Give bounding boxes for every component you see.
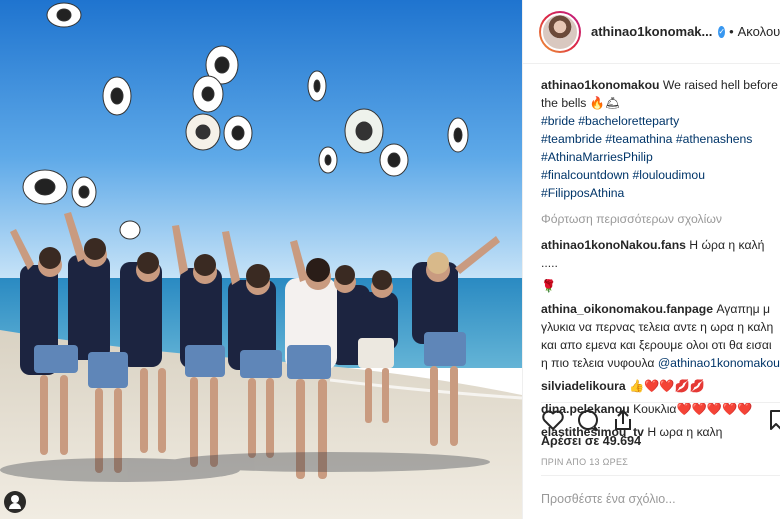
comment: silviadelikoura 👍❤️❤️💋💋 — [541, 377, 780, 395]
comment: athinao1konoΝakou.fans Η ώρα η καλή ....… — [541, 236, 780, 272]
comment-icon[interactable] — [576, 409, 600, 431]
post-caption: athinao1konomakou We raised hell before … — [541, 76, 780, 202]
heart-icon[interactable] — [541, 409, 565, 431]
follow-button[interactable]: Ακολουθε — [738, 24, 780, 39]
comment-mention[interactable]: @athinao1konomakou — [658, 356, 780, 370]
bookmark-icon[interactable] — [769, 409, 780, 431]
load-more-comments[interactable]: Φόρτωση περισσότερων σχολίων — [541, 210, 780, 228]
share-icon[interactable] — [611, 409, 635, 431]
post-side-panel: athinao1konomak... ✓ • Ακολουθε athinao1… — [522, 0, 780, 519]
instagram-post-view: athinao1konomak... ✓ • Ακολουθε athinao1… — [0, 0, 780, 519]
hashtag-line[interactable]: #finalcountdown #louloudimou — [541, 166, 780, 184]
action-bar — [541, 402, 780, 432]
hashtag-line[interactable]: #teambride #teamathina #athenashens — [541, 130, 780, 148]
hashtag-line[interactable]: #FilipposAthina — [541, 184, 780, 202]
header-username[interactable]: athinao1konomak... — [591, 24, 712, 39]
post-header: athinao1konomak... ✓ • Ακολουθε — [523, 0, 780, 64]
comment: athina_oikonomakou.fanpage Αγαπημ μ γλυκ… — [541, 300, 780, 372]
post-timestamp[interactable]: ΠΡΙΝ ΑΠΟ 13 ΩΡΕΣ — [541, 457, 628, 467]
comment-text: 🌹 — [541, 279, 557, 293]
comments-list: athinao1konomakou We raised hell before … — [541, 76, 780, 446]
hashtag-line[interactable]: #AthinaMarriesPhilip — [541, 148, 780, 166]
user-tag-icon[interactable] — [4, 491, 26, 513]
beach-photo-illustration — [0, 0, 522, 519]
caption-username[interactable]: athinao1konomakou — [541, 78, 660, 92]
avatar[interactable] — [539, 10, 581, 53]
comment-username[interactable]: silviadelikoura — [541, 379, 626, 393]
comment: 🌹 — [541, 277, 780, 295]
verified-icon: ✓ — [718, 25, 726, 38]
likes-count[interactable]: Αρέσει σε 49.694 — [541, 434, 641, 448]
comment-text: 👍❤️❤️💋💋 — [625, 379, 705, 393]
comment-username[interactable]: athina_oikonomakou.fanpage — [541, 302, 713, 316]
post-photo[interactable] — [0, 0, 522, 519]
comment-username[interactable]: athinao1konoΝakou.fans — [541, 238, 686, 252]
separator-dot: • — [729, 24, 734, 39]
hashtag-line[interactable]: #bride #bachelorette­party — [541, 112, 780, 130]
add-comment-input[interactable]: Προσθέστε ένα σχόλιο... — [541, 475, 780, 519]
